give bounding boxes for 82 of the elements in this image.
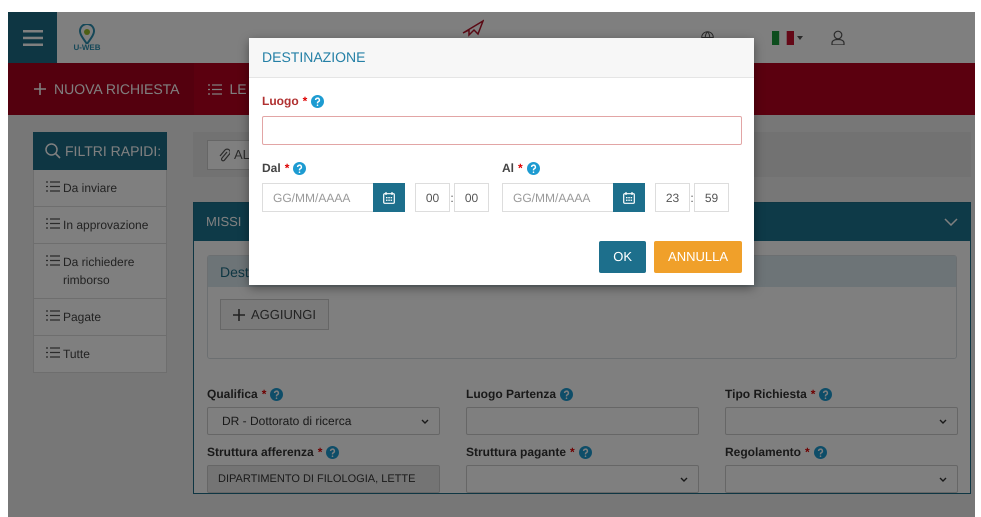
- field-label: Struttura pagante: [466, 444, 566, 461]
- search-icon: [45, 143, 61, 159]
- plus-icon: [233, 308, 245, 320]
- help-icon: [819, 388, 832, 400]
- logo-text: U-WEB: [73, 44, 101, 52]
- field-label: Luogo Partenza: [466, 386, 556, 403]
- required-mark: *: [318, 444, 322, 461]
- chevron-down-icon[interactable]: [944, 218, 958, 226]
- required-mark: *: [302, 93, 308, 110]
- list-icon: [46, 255, 60, 266]
- calendar-button[interactable]: [613, 183, 645, 212]
- field-label: Tipo Richiesta: [725, 386, 807, 403]
- language-selector[interactable]: [772, 30, 803, 44]
- date-input[interactable]: GG/MM/AAAA: [502, 183, 613, 212]
- help-icon: [293, 162, 306, 174]
- readonly-field: DIPARTIMENTO DI FILOLOGIA, LETTE: [207, 465, 440, 493]
- calendar-button[interactable]: [373, 183, 405, 212]
- list-icon: [46, 347, 60, 358]
- time-separator: :: [450, 190, 454, 206]
- hour-input[interactable]: 23: [655, 183, 690, 212]
- help-icon: [560, 388, 574, 400]
- calendar-icon: [623, 192, 635, 204]
- filter-item[interactable]: In approvazione: [33, 207, 167, 244]
- caret-icon: [797, 36, 803, 40]
- help-icon: [326, 446, 340, 458]
- chevron-down-icon: [939, 476, 947, 482]
- filter-item[interactable]: Da richiedere rimborso: [33, 244, 167, 299]
- input-field[interactable]: [466, 407, 699, 435]
- airplane-icon: [462, 19, 484, 37]
- dialog-title: DESTINAZIONE: [249, 38, 754, 78]
- field-label: Regolamento: [725, 444, 802, 461]
- required-mark: *: [810, 386, 816, 403]
- menu-button[interactable]: [8, 12, 57, 63]
- required-mark: *: [284, 160, 290, 177]
- calendar-icon: [383, 192, 395, 204]
- help-icon: [578, 446, 592, 458]
- list-icon: [208, 84, 222, 94]
- plus-icon: [34, 83, 46, 95]
- list-icon: [46, 181, 60, 192]
- select-field[interactable]: [466, 465, 699, 493]
- field-label: Dal: [262, 160, 281, 177]
- nav-button[interactable]: NUOVA RICHIESTA: [8, 63, 194, 115]
- chevron-down-icon: [939, 418, 947, 424]
- time-separator: :: [690, 190, 694, 206]
- help-icon: [270, 388, 284, 400]
- required-mark: *: [570, 444, 575, 461]
- chevron-down-icon: [421, 418, 429, 424]
- filter-item[interactable]: Tutte: [33, 336, 167, 373]
- help-icon: [814, 446, 827, 458]
- field-label: Qualifica: [207, 386, 258, 403]
- place-input[interactable]: [262, 116, 742, 145]
- filter-item[interactable]: Pagate: [33, 299, 167, 336]
- chevron-down-icon: [680, 476, 688, 482]
- user-button[interactable]: [831, 30, 845, 45]
- filter-title: FILTRI RAPIDI:: [65, 142, 162, 160]
- add-button[interactable]: AGGIUNGI: [220, 299, 330, 330]
- hour-input[interactable]: 00: [415, 183, 450, 212]
- field-label: Al: [502, 160, 514, 177]
- filter-item[interactable]: Da inviare: [33, 170, 167, 207]
- field-label: Luogo: [262, 93, 299, 110]
- select-field[interactable]: [725, 407, 958, 435]
- paperclip-icon: [218, 148, 230, 162]
- select-field[interactable]: [725, 465, 958, 493]
- help-icon: [526, 162, 540, 174]
- list-icon: [46, 310, 60, 321]
- minute-input[interactable]: 59: [694, 183, 729, 212]
- user-icon: [831, 30, 845, 45]
- required-mark: *: [805, 444, 810, 461]
- card-title: MISSI: [206, 213, 242, 232]
- location-pin-icon: [79, 24, 95, 44]
- flag-icon: [772, 30, 794, 44]
- field-label: Struttura afferenza: [207, 444, 314, 461]
- ok-button[interactable]: OK: [599, 241, 646, 273]
- required-mark: *: [262, 386, 266, 403]
- minute-input[interactable]: 00: [454, 183, 489, 212]
- date-input[interactable]: GG/MM/AAAA: [262, 183, 373, 212]
- cancel-button[interactable]: ANNULLA: [654, 241, 742, 273]
- select-field[interactable]: DR - Dottorato di ricerca: [207, 407, 440, 435]
- required-mark: *: [518, 160, 523, 177]
- list-icon: [46, 218, 60, 229]
- menu-icon: [22, 30, 42, 46]
- help-icon: [311, 94, 324, 108]
